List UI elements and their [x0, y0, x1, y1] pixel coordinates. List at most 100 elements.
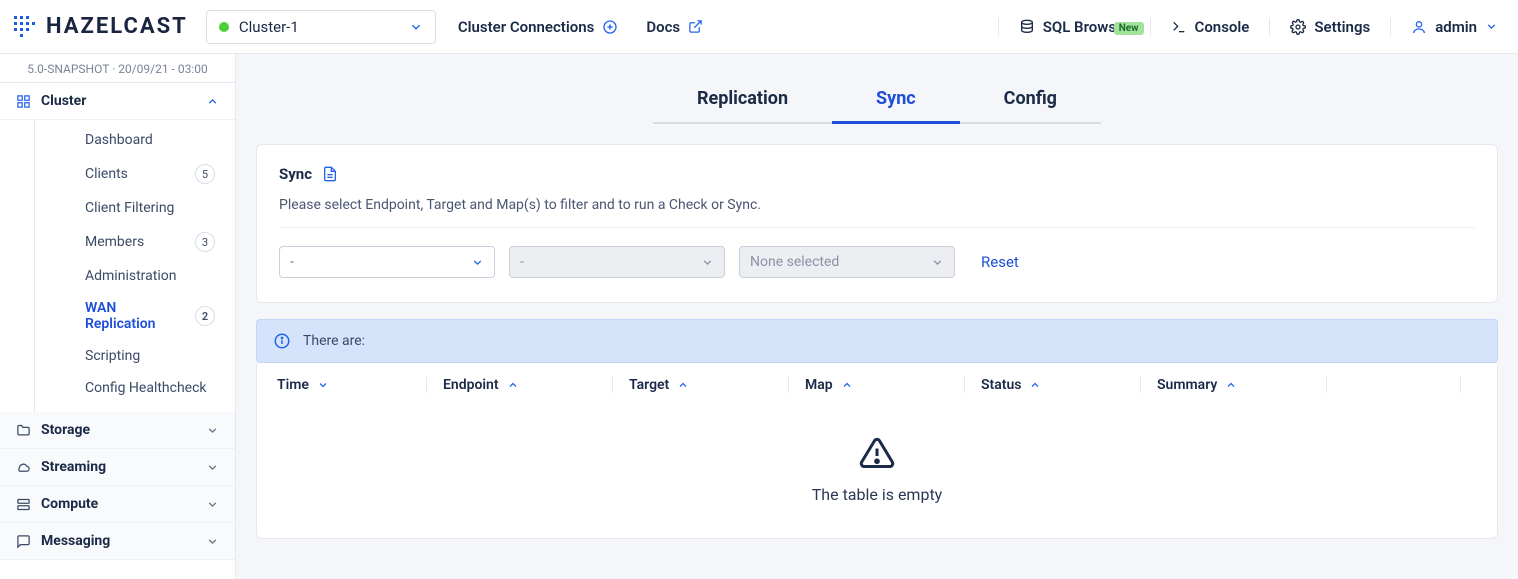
select-value: None selected	[750, 254, 839, 270]
main-content: Replication Sync Config Sync Please sele…	[236, 54, 1518, 579]
database-icon	[1019, 19, 1035, 35]
chevron-down-icon	[206, 424, 219, 437]
chevron-up-icon	[677, 379, 689, 391]
sidebar-item-label: Config Healthcheck	[85, 380, 207, 396]
section-label: Cluster	[41, 93, 86, 109]
nav-console[interactable]: Console	[1150, 18, 1270, 36]
sidebar-item-wan-replication[interactable]: WAN Replication 2	[35, 292, 235, 340]
nav-docs[interactable]: Docs	[646, 18, 703, 36]
user-name: admin	[1435, 18, 1477, 36]
sidebar-item-label: WAN Replication	[85, 300, 179, 332]
status-dot-icon	[219, 22, 229, 32]
grid-icon	[16, 94, 31, 109]
sidebar-item-scripting[interactable]: Scripting	[35, 340, 235, 372]
col-summary[interactable]: Summary	[1157, 377, 1327, 393]
sidebar-item-label: Clients	[85, 166, 128, 182]
sidebar-item-client-filtering[interactable]: Client Filtering	[35, 192, 235, 224]
terminal-icon	[1171, 19, 1187, 35]
filter-row: - - None selected Reset	[279, 246, 1475, 278]
sync-card: Sync Please select Endpoint, Target and …	[256, 144, 1498, 303]
info-text: There are:	[303, 333, 365, 349]
sidebar-item-members[interactable]: Members 3	[35, 224, 235, 260]
maps-select[interactable]: None selected	[739, 246, 955, 278]
select-value: -	[290, 254, 294, 270]
gear-icon	[1290, 19, 1306, 35]
sidebar-item-label: Members	[85, 234, 144, 250]
info-strip: There are:	[256, 319, 1498, 363]
topnav-right: New SQL Browser Console Settings admin	[998, 18, 1518, 36]
chevron-up-icon	[507, 379, 519, 391]
sidebar-section-storage[interactable]: Storage	[0, 412, 235, 449]
sidebar-item-dashboard[interactable]: Dashboard	[35, 124, 235, 156]
cluster-selector[interactable]: Cluster-1	[206, 10, 436, 44]
count-badge: 5	[195, 164, 215, 184]
col-endpoint[interactable]: Endpoint	[443, 377, 613, 393]
col-time[interactable]: Time	[277, 377, 427, 393]
col-label: Summary	[1157, 377, 1217, 393]
card-title-row: Sync	[279, 165, 1475, 183]
warning-icon	[859, 435, 895, 471]
sidebar-section-cluster[interactable]: Cluster	[0, 83, 235, 120]
tab-replication[interactable]: Replication	[653, 78, 832, 124]
col-status[interactable]: Status	[981, 377, 1141, 393]
sidebar-section-compute[interactable]: Compute	[0, 486, 235, 523]
col-target[interactable]: Target	[629, 377, 789, 393]
chevron-up-icon	[841, 379, 853, 391]
topbar: HAZELCAST Cluster-1 Cluster Connections …	[0, 0, 1518, 54]
external-link-icon	[688, 19, 703, 34]
sidebar-section-messaging[interactable]: Messaging	[0, 523, 235, 560]
sidebar-item-clients[interactable]: Clients 5	[35, 156, 235, 192]
nav-label: Cluster Connections	[458, 18, 595, 36]
chevron-down-icon	[701, 256, 714, 269]
chevron-down-icon	[317, 379, 329, 391]
chevron-down-icon	[931, 256, 944, 269]
new-badge: New	[1114, 22, 1144, 35]
chevron-down-icon	[1485, 20, 1498, 33]
nav-label: Docs	[646, 18, 680, 36]
sidebar-item-label: Administration	[85, 268, 176, 284]
count-badge: 3	[195, 232, 215, 252]
col-label: Time	[277, 377, 309, 393]
brand-text: HAZELCAST	[46, 14, 188, 39]
folder-icon	[16, 423, 31, 438]
count-badge: 2	[195, 306, 215, 326]
col-label: Target	[629, 377, 669, 393]
col-map[interactable]: Map	[805, 377, 965, 393]
col-label: Endpoint	[443, 377, 499, 393]
tab-config[interactable]: Config	[960, 78, 1101, 124]
section-label: Messaging	[41, 533, 110, 549]
tab-sync[interactable]: Sync	[832, 78, 960, 124]
chevron-down-icon	[206, 498, 219, 511]
brand-logo: HAZELCAST	[12, 14, 188, 40]
nav-label: Settings	[1314, 18, 1370, 36]
nav-settings[interactable]: Settings	[1269, 18, 1390, 36]
sidebar-item-label: Dashboard	[85, 132, 153, 148]
info-icon	[273, 332, 291, 350]
chevron-up-icon	[206, 95, 219, 108]
sidebar-item-administration[interactable]: Administration	[35, 260, 235, 292]
chevron-down-icon	[206, 535, 219, 548]
endpoint-select[interactable]: -	[279, 246, 495, 278]
card-title: Sync	[279, 165, 312, 183]
sidebar-item-label: Client Filtering	[85, 200, 174, 216]
hazelcast-logo-icon	[12, 14, 38, 40]
nav-sql-browser[interactable]: New SQL Browser	[998, 18, 1150, 36]
col-label: Map	[805, 377, 833, 393]
topnav-left: Cluster Connections Docs	[458, 18, 998, 36]
reset-link[interactable]: Reset	[981, 253, 1019, 271]
results-table: Time Endpoint Target Map Status	[256, 363, 1498, 539]
chat-icon	[16, 534, 31, 549]
user-icon	[1411, 19, 1427, 35]
cluster-selected-name: Cluster-1	[239, 18, 399, 36]
col-label: Status	[981, 377, 1021, 393]
nav-cluster-connections[interactable]: Cluster Connections	[458, 18, 619, 36]
target-select[interactable]: -	[509, 246, 725, 278]
sidebar-section-streaming[interactable]: Streaming	[0, 449, 235, 486]
sidebar-item-config-healthcheck[interactable]: Config Healthcheck	[35, 372, 235, 404]
table-header: Time Endpoint Target Map Status	[257, 363, 1497, 407]
section-label: Storage	[41, 422, 90, 438]
document-icon[interactable]	[322, 166, 338, 182]
section-label: Streaming	[41, 459, 106, 475]
server-icon	[16, 497, 31, 512]
nav-user-menu[interactable]: admin	[1390, 18, 1518, 36]
